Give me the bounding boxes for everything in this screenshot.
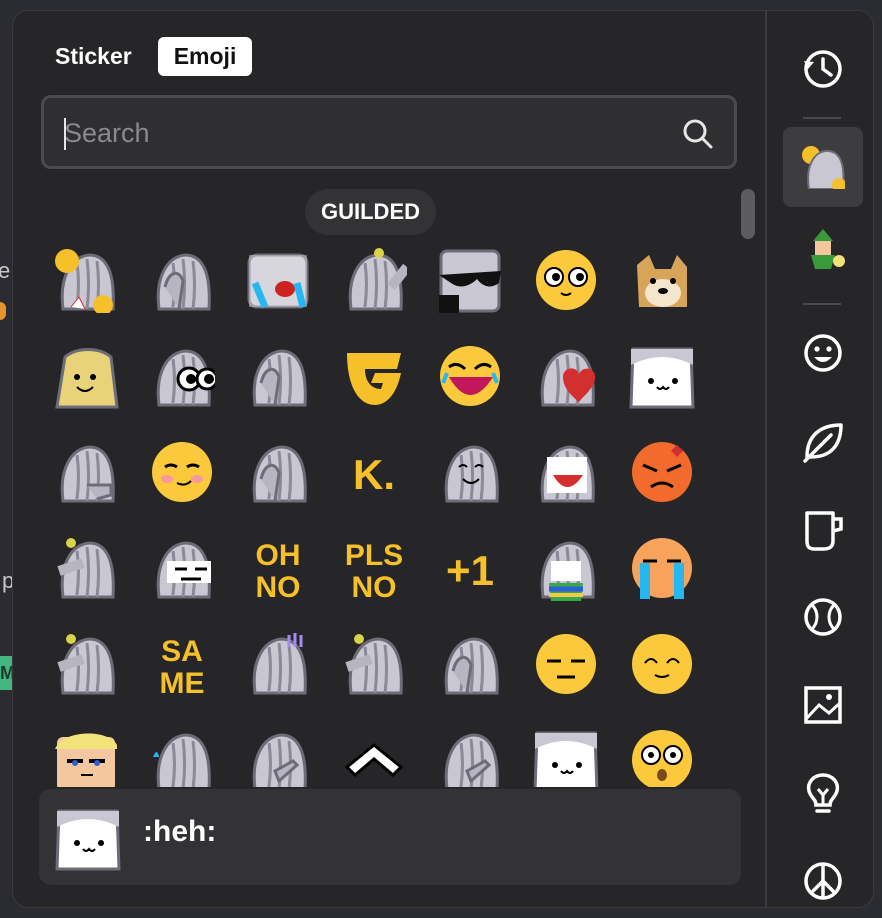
emoji-knight-salute[interactable] — [341, 631, 407, 697]
emoji-knight-heh[interactable] — [629, 343, 695, 409]
emoji-face-sob[interactable] — [629, 535, 695, 601]
emoji-text[interactable]: K. — [341, 439, 407, 505]
travel-image-icon — [804, 686, 842, 724]
activity-ball-icon — [804, 598, 842, 636]
emoji-face-pleading[interactable] — [533, 247, 599, 313]
section-label: GUILDED — [305, 189, 436, 235]
emoji-blonde-face[interactable] — [53, 727, 119, 787]
emoji-knight-heart[interactable] — [533, 343, 599, 409]
search-box — [41, 95, 737, 169]
picker-main: Sticker Emoji GUILDED K. OH NOPLS NO+1 S… — [13, 11, 765, 907]
emoji-knight-meh[interactable] — [149, 535, 215, 601]
emoji-guilded-logo[interactable] — [341, 343, 407, 409]
objects-bulb-category-button[interactable] — [783, 753, 863, 833]
svg-text:OH: OH — [256, 539, 301, 572]
zelda-pack-icon — [811, 229, 845, 269]
preview-emoji-name: :heh: — [143, 815, 217, 848]
emoji-knight-cry[interactable] — [245, 247, 311, 313]
emoji-text[interactable]: SA ME — [149, 631, 215, 700]
emoji-knight-salute[interactable] — [53, 631, 119, 697]
emoji-face-content[interactable] — [629, 631, 695, 697]
food-cup-category-button[interactable] — [783, 489, 863, 569]
smileys-icon — [804, 334, 842, 372]
emoji-knight-pompom[interactable] — [53, 247, 119, 315]
svg-text:PLS: PLS — [345, 539, 403, 572]
emoji-preview: :heh: — [39, 789, 741, 885]
emoji-doge[interactable] — [629, 247, 695, 313]
emoji-knight-nervous[interactable] — [149, 727, 215, 787]
emoji-picker: Sticker Emoji GUILDED K. OH NOPLS NO+1 S… — [12, 10, 874, 908]
svg-text:SA: SA — [161, 635, 203, 668]
scrollbar-thumb[interactable] — [741, 189, 755, 239]
search-icon[interactable] — [682, 118, 714, 150]
emoji-text[interactable]: +1 — [437, 535, 503, 601]
emoji-knight-eyes[interactable] — [149, 343, 219, 409]
nature-leaf-icon — [803, 423, 843, 463]
emoji-knight-sweat[interactable] — [245, 631, 311, 697]
tab-sticker[interactable]: Sticker — [41, 37, 146, 76]
emoji-chevron[interactable] — [341, 727, 407, 787]
svg-text:+1: +1 — [446, 547, 494, 594]
recent-clock-category-button[interactable] — [783, 29, 863, 109]
svg-text:ME: ME — [160, 667, 205, 697]
background-badge: M — [0, 656, 15, 690]
rail-divider — [803, 117, 841, 119]
emoji-knight-salute[interactable] — [53, 535, 119, 601]
symbols-peace-category-button[interactable] — [783, 841, 863, 907]
emoji-face-unamused[interactable] — [533, 631, 599, 697]
emoji-knight-facepalm[interactable] — [245, 343, 311, 409]
travel-image-category-button[interactable] — [783, 665, 863, 745]
rail-divider — [803, 303, 841, 305]
background-avatar-dot — [0, 302, 6, 320]
emoji-scroll-area[interactable]: GUILDED K. OH NO PLS NO +1 SA ME — [13, 189, 765, 787]
recent-clock-icon — [804, 50, 842, 88]
symbols-peace-icon — [804, 862, 842, 900]
tab-emoji[interactable]: Emoji — [157, 37, 253, 76]
nature-leaf-category-button[interactable] — [783, 401, 863, 481]
emoji-gold-smile[interactable] — [53, 343, 119, 409]
emoji-knight-facepalm[interactable] — [437, 631, 503, 697]
emoji-face-smug[interactable] — [149, 439, 215, 505]
emoji-knight-facepalm[interactable] — [245, 439, 311, 505]
emoji-text[interactable]: OH NO — [245, 535, 311, 604]
background-text-e: e — [0, 258, 11, 283]
emoji-knight-vomit[interactable] — [533, 535, 599, 601]
guilded-pack-category-button[interactable] — [783, 127, 863, 207]
zelda-pack-category-button[interactable] — [783, 207, 863, 287]
svg-text:NO: NO — [256, 571, 301, 601]
emoji-knight-heh[interactable] — [533, 727, 599, 787]
emoji-knight-point[interactable] — [437, 727, 503, 787]
emoji-face-angry[interactable] — [629, 439, 695, 505]
svg-text:K.: K. — [353, 451, 395, 498]
svg-text:NO: NO — [352, 571, 397, 601]
smileys-category-button[interactable] — [783, 313, 863, 393]
guilded-pack-icon — [802, 146, 845, 189]
preview-emoji-image — [55, 805, 121, 871]
emoji-face-shock[interactable] — [629, 727, 695, 787]
emoji-face-laugh[interactable] — [437, 343, 503, 409]
activity-ball-category-button[interactable] — [783, 577, 863, 657]
emoji-knight-think[interactable] — [53, 439, 119, 505]
emoji-knight-shades[interactable] — [437, 247, 503, 313]
food-cup-icon — [805, 511, 843, 551]
category-rail — [765, 11, 873, 907]
search-input[interactable] — [62, 110, 666, 156]
emoji-knight-smile[interactable] — [437, 439, 503, 505]
text-caret — [64, 118, 66, 150]
picker-tabs: Sticker Emoji — [41, 37, 253, 76]
emoji-knight-point[interactable] — [245, 727, 311, 787]
emoji-knight-laugh[interactable] — [533, 439, 599, 505]
objects-bulb-icon — [806, 773, 840, 813]
emoji-knight-dab[interactable] — [341, 247, 411, 313]
emoji-knight-facepalm[interactable] — [149, 247, 215, 313]
emoji-text[interactable]: PLS NO — [341, 535, 407, 604]
